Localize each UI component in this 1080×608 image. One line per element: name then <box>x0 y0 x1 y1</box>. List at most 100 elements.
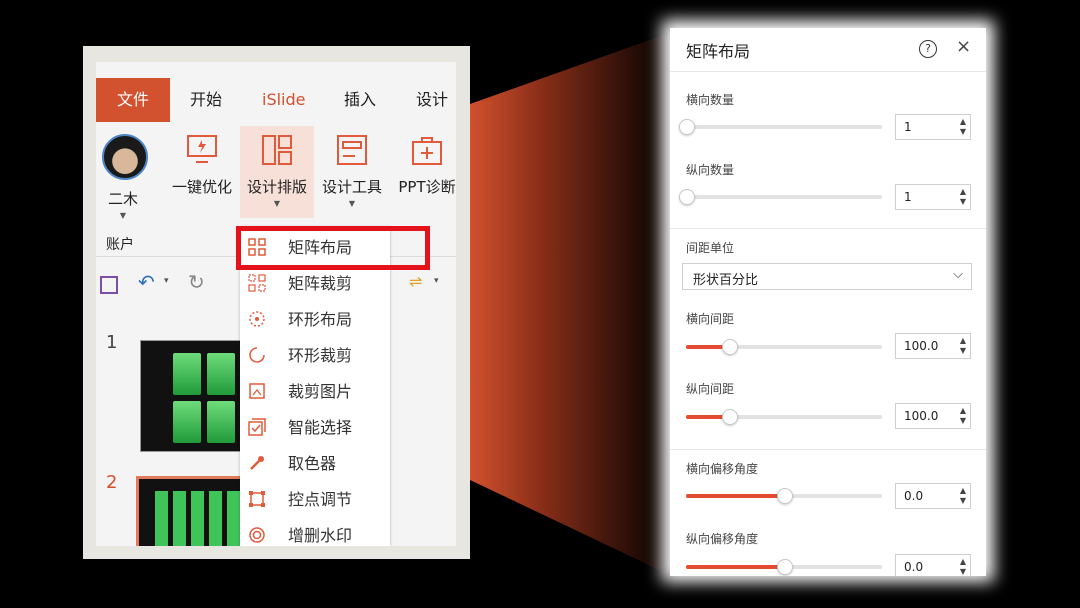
menu-item-matrix-crop[interactable]: 矩阵裁剪 <box>240 266 390 302</box>
h-offset-angle-label: 横向偏移角度 <box>686 462 759 476</box>
chevron-down-icon[interactable]: ▼ <box>960 568 966 576</box>
save-icon[interactable] <box>100 276 118 294</box>
ppt-ribbon-screenshot: 文件 开始 iSlide 插入 设计 二木 ▼ 一键优化 设计排版 ▼ 设计工具… <box>96 62 456 546</box>
h-count-label: 横向数量 <box>686 93 735 107</box>
one-click-optimize-label: 一键优化 <box>171 178 232 196</box>
tab-file[interactable]: 文件 <box>96 78 170 122</box>
chevron-down-icon: ▾ <box>434 276 439 286</box>
chevron-up-icon[interactable]: ▲ <box>960 118 966 126</box>
slider-handle[interactable] <box>722 339 739 355</box>
menu-item-smart-select[interactable]: 智能选择 <box>240 410 390 446</box>
slider-handle[interactable] <box>679 119 695 135</box>
design-tools-button[interactable]: 设计工具 ▼ <box>316 126 388 218</box>
chevron-down-icon: ▼ <box>348 199 356 208</box>
ring-crop-icon <box>249 347 265 363</box>
v-offset-angle-label: 纵向偏移角度 <box>686 532 759 546</box>
format-painter-icon[interactable]: ⇌ <box>409 272 422 291</box>
v-spacing-stepper[interactable]: 100.0 ▲ ▼ <box>895 403 971 429</box>
stepper-value[interactable]: 100.0 <box>904 409 938 423</box>
account-group-label: 账户 <box>106 237 134 253</box>
design-layout-menu: 矩阵布局 矩阵裁剪 环形布局 环形裁剪 裁剪图片 智能选择 取色器 控点调节 增… <box>240 227 390 546</box>
stepper-value[interactable]: 1 <box>904 120 912 134</box>
layout-icon <box>262 135 292 165</box>
one-click-optimize-button[interactable]: 一键优化 <box>166 126 238 218</box>
ppt-diagnose-label: PPT诊断 <box>398 178 456 196</box>
menu-item-label: 矩阵裁剪 <box>288 274 353 293</box>
chevron-down-icon: ⌵ <box>953 267 963 282</box>
close-icon[interactable]: × <box>956 36 971 57</box>
menu-item-label: 环形裁剪 <box>288 346 353 365</box>
crop-image-icon <box>249 383 265 399</box>
slide-thumbnail-1[interactable] <box>140 340 252 452</box>
tab-design[interactable]: 设计 <box>416 78 448 122</box>
h-offset-angle-slider[interactable] <box>686 488 882 504</box>
menu-item-ring-layout[interactable]: 环形布局 <box>240 302 390 338</box>
tab-home[interactable]: 开始 <box>190 78 222 122</box>
design-layout-label: 设计排版 <box>246 178 307 196</box>
tools-icon <box>337 135 367 165</box>
h-spacing-stepper[interactable]: 100.0 ▲ ▼ <box>895 333 971 359</box>
stepper-value[interactable]: 0.0 <box>904 560 923 574</box>
h-spacing-slider[interactable] <box>686 339 882 355</box>
chevron-up-icon[interactable]: ▲ <box>960 337 966 345</box>
menu-item-watermark[interactable]: 增删水印 <box>240 518 390 546</box>
select-value: 形状百分比 <box>693 273 759 288</box>
v-offset-angle-stepper[interactable]: 0.0 ▲ ▼ <box>895 554 971 576</box>
chevron-up-icon[interactable]: ▲ <box>960 407 966 415</box>
chevron-down-icon[interactable]: ▼ <box>960 128 966 136</box>
design-layout-button[interactable]: 设计排版 ▼ <box>240 126 314 218</box>
chevron-up-icon[interactable]: ▲ <box>960 188 966 196</box>
menu-item-color-picker[interactable]: 取色器 <box>240 446 390 482</box>
h-spacing-label: 横向间距 <box>686 312 735 326</box>
v-count-stepper[interactable]: 1 ▲ ▼ <box>895 184 971 210</box>
panel-title: 矩阵布局 <box>686 42 751 61</box>
menu-item-crop-image[interactable]: 裁剪图片 <box>240 374 390 410</box>
h-count-slider[interactable] <box>679 119 882 135</box>
stepper-value[interactable]: 100.0 <box>904 339 938 353</box>
account-button[interactable]: 二木 ▼ <box>96 126 150 220</box>
chevron-down-icon: ▾ <box>164 276 169 286</box>
stepper-value[interactable]: 1 <box>904 190 912 204</box>
ppt-diagnose-button[interactable]: PPT诊断 <box>392 126 456 218</box>
highlight-box <box>236 226 430 270</box>
h-count-stepper[interactable]: 1 ▲ ▼ <box>895 114 971 140</box>
v-count-label: 纵向数量 <box>686 163 735 177</box>
help-icon[interactable]: ? <box>919 40 937 58</box>
tab-islide[interactable]: iSlide <box>262 78 306 122</box>
menu-item-label: 控点调节 <box>288 490 353 509</box>
v-spacing-slider[interactable] <box>686 409 882 425</box>
menu-item-handle-adjust[interactable]: 控点调节 <box>240 482 390 518</box>
menu-item-label: 增删水印 <box>288 526 353 545</box>
divider <box>670 449 986 450</box>
undo-icon[interactable]: ↶ <box>138 270 155 294</box>
chevron-down-icon[interactable]: ▼ <box>960 347 966 355</box>
chevron-down-icon[interactable]: ▼ <box>960 198 966 206</box>
menu-item-label: 环形布局 <box>288 310 353 329</box>
slide-number: 1 <box>106 332 118 353</box>
stepper-value[interactable]: 0.0 <box>904 489 923 503</box>
v-count-slider[interactable] <box>679 189 882 205</box>
spacing-unit-select[interactable]: 形状百分比 ⌵ <box>682 263 972 290</box>
menu-item-ring-crop[interactable]: 环形裁剪 <box>240 338 390 374</box>
slider-handle[interactable] <box>777 488 793 504</box>
chevron-up-icon[interactable]: ▲ <box>960 487 966 495</box>
chevron-up-icon[interactable]: ▲ <box>960 558 966 566</box>
v-offset-angle-slider[interactable] <box>686 559 882 575</box>
slider-handle[interactable] <box>777 559 793 575</box>
chevron-down-icon: ▼ <box>273 199 281 208</box>
watermark-icon <box>249 527 265 543</box>
chevron-down-icon[interactable]: ▼ <box>960 417 966 425</box>
design-tools-label: 设计工具 <box>321 178 382 196</box>
tab-insert[interactable]: 插入 <box>344 78 376 122</box>
redo-icon[interactable]: ↻ <box>188 270 205 294</box>
divider <box>670 228 986 229</box>
ring-icon <box>249 311 265 327</box>
slider-handle[interactable] <box>679 189 695 205</box>
chevron-down-icon[interactable]: ▼ <box>960 497 966 505</box>
slider-handle[interactable] <box>722 409 739 425</box>
account-name: 二木 <box>107 190 138 208</box>
spacing-unit-label: 间距单位 <box>686 241 735 255</box>
menu-item-label: 智能选择 <box>288 418 353 437</box>
menu-item-label: 裁剪图片 <box>288 382 353 401</box>
h-offset-angle-stepper[interactable]: 0.0 ▲ ▼ <box>895 483 971 509</box>
